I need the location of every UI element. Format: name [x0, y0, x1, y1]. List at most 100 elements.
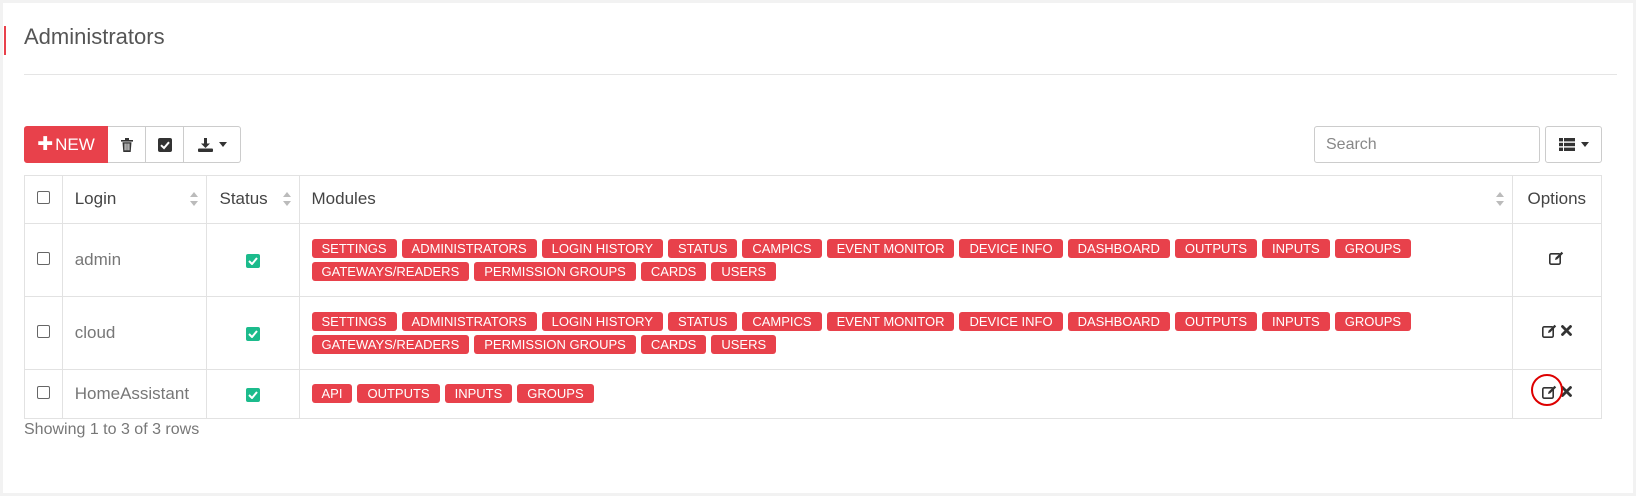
caret-down-icon — [218, 142, 227, 147]
column-header-status[interactable]: Status — [206, 176, 300, 224]
column-header-label: Login — [74, 189, 117, 209]
table-header-row: Login Status Modules Options — [25, 176, 1601, 224]
table-toolbar: ✚ NEW — [24, 126, 241, 163]
module-badge: GROUPS — [1334, 311, 1412, 331]
module-badge-list: API OUTPUTS INPUTS GROUPS — [311, 382, 1500, 405]
module-badge: GATEWAYS/READERS — [311, 261, 470, 281]
row-select-cell — [25, 296, 63, 370]
module-badge: CAMPICS — [742, 238, 822, 258]
table-row: HomeAssistant API OUTPUTS INPUTS GROUPS — [25, 369, 1601, 418]
module-badge: SETTINGS — [311, 311, 397, 331]
status-cell — [206, 296, 300, 370]
edit-icon[interactable] — [1541, 324, 1557, 338]
sort-icon — [190, 192, 199, 206]
module-badge: INPUTS — [1262, 238, 1330, 258]
module-badge: DEVICE INFO — [959, 311, 1063, 331]
trash-icon — [120, 137, 133, 152]
column-header-label: Status — [219, 189, 268, 209]
row-actions — [1541, 324, 1572, 338]
title-divider — [24, 74, 1617, 75]
caret-down-icon — [1580, 142, 1589, 147]
module-badge-list: SETTINGS ADMINISTRATORS LOGIN HISTORY STATU… — [311, 237, 1500, 283]
check-icon — [246, 253, 260, 268]
row-select-cell — [25, 223, 63, 297]
module-badge: PERMISSION GROUPS — [474, 334, 636, 354]
module-badge-list: SETTINGS ADMINISTRATORS LOGIN HISTORY STATU… — [311, 310, 1500, 356]
login-cell: admin — [62, 223, 208, 297]
modules-cell: SETTINGS ADMINISTRATORS LOGIN HISTORY STATU… — [299, 296, 1513, 370]
module-badge: SETTINGS — [311, 238, 397, 258]
login-cell: HomeAssistant — [62, 369, 208, 418]
module-badge: GATEWAYS/READERS — [311, 334, 470, 354]
status-cell — [206, 223, 300, 297]
list-view-icon — [1558, 138, 1575, 151]
module-badge: OUTPUTS — [357, 384, 440, 404]
row-actions — [1549, 251, 1564, 265]
module-badge: CARDS — [640, 261, 707, 281]
page-title: Administrators — [24, 24, 165, 49]
modules-cell: SETTINGS ADMINISTRATORS LOGIN HISTORY STATU… — [299, 223, 1513, 297]
download-icon — [197, 137, 213, 152]
module-badge: DASHBOARD — [1067, 311, 1170, 331]
module-badge: ADMINISTRATORS — [401, 238, 537, 258]
delete-icon[interactable] — [1560, 386, 1572, 398]
row-actions — [1530, 373, 1572, 406]
login-cell: cloud — [62, 296, 208, 370]
module-badge: GROUPS — [517, 384, 594, 404]
module-badge: OUTPUTS — [1174, 238, 1258, 258]
module-badge: DASHBOARD — [1067, 238, 1170, 258]
administrators-table: Login Status Modules Options admin SETTI… — [24, 175, 1602, 419]
column-header-label: Modules — [311, 189, 376, 209]
plus-icon: ✚ — [37, 134, 54, 155]
module-badge: INPUTS — [444, 384, 513, 404]
column-header-login[interactable]: Login — [62, 176, 208, 224]
delete-icon[interactable] — [1560, 325, 1572, 336]
new-button-label: NEW — [55, 134, 95, 154]
modules-cell: API OUTPUTS INPUTS GROUPS — [299, 369, 1513, 418]
module-badge: LOGIN HISTORY — [541, 238, 664, 258]
sort-icon — [282, 192, 291, 206]
module-badge: GROUPS — [1334, 238, 1412, 258]
edit-icon[interactable] — [1541, 385, 1557, 399]
module-badge: LOGIN HISTORY — [541, 311, 664, 331]
module-badge: STATUS — [668, 238, 738, 258]
sort-icon — [1495, 192, 1504, 206]
export-dropdown-button[interactable] — [184, 126, 241, 163]
column-header-options: Options — [1512, 176, 1601, 224]
pagination-summary: Showing 1 to 3 of 3 rows — [24, 421, 200, 438]
title-accent-bar — [4, 26, 6, 55]
module-badge: OUTPUTS — [1174, 311, 1258, 331]
row-checkbox[interactable] — [36, 324, 50, 338]
module-badge: API — [311, 384, 353, 404]
delete-selected-button[interactable] — [108, 126, 146, 163]
table-row: cloud SETTINGS ADMINISTRATORS LOGIN HISTORY… — [25, 296, 1601, 370]
check-icon — [246, 326, 260, 341]
column-header-modules[interactable]: Modules — [299, 176, 1513, 224]
new-button[interactable]: ✚ NEW — [24, 126, 108, 163]
toggle-status-button[interactable] — [146, 126, 184, 163]
check-icon — [246, 387, 260, 402]
options-cell — [1512, 223, 1601, 297]
row-checkbox[interactable] — [36, 251, 50, 265]
module-badge: DEVICE INFO — [959, 238, 1063, 258]
edit-icon[interactable] — [1549, 251, 1564, 265]
module-badge: PERMISSION GROUPS — [474, 261, 636, 281]
module-badge: USERS — [711, 334, 777, 354]
select-all-checkbox[interactable] — [36, 191, 50, 205]
select-all-cell — [25, 176, 63, 224]
check-square-icon — [157, 137, 172, 152]
options-cell — [1512, 369, 1601, 418]
module-badge: ADMINISTRATORS — [401, 311, 537, 331]
admin-panel: Administrators ✚ NEW Search Login Status… — [3, 3, 1633, 493]
module-badge: CARDS — [640, 334, 707, 354]
status-cell — [206, 369, 300, 418]
table-row: admin SETTINGS ADMINISTRATORS LOGIN HISTORY… — [25, 223, 1601, 297]
column-header-label: Options — [1527, 189, 1587, 209]
module-badge: CAMPICS — [742, 311, 822, 331]
module-badge: EVENT MONITOR — [826, 311, 955, 331]
columns-toggle-button[interactable] — [1545, 126, 1602, 163]
row-checkbox[interactable] — [36, 385, 50, 399]
module-badge: INPUTS — [1262, 311, 1330, 331]
options-cell — [1512, 296, 1601, 370]
search-input[interactable] — [1314, 126, 1540, 163]
